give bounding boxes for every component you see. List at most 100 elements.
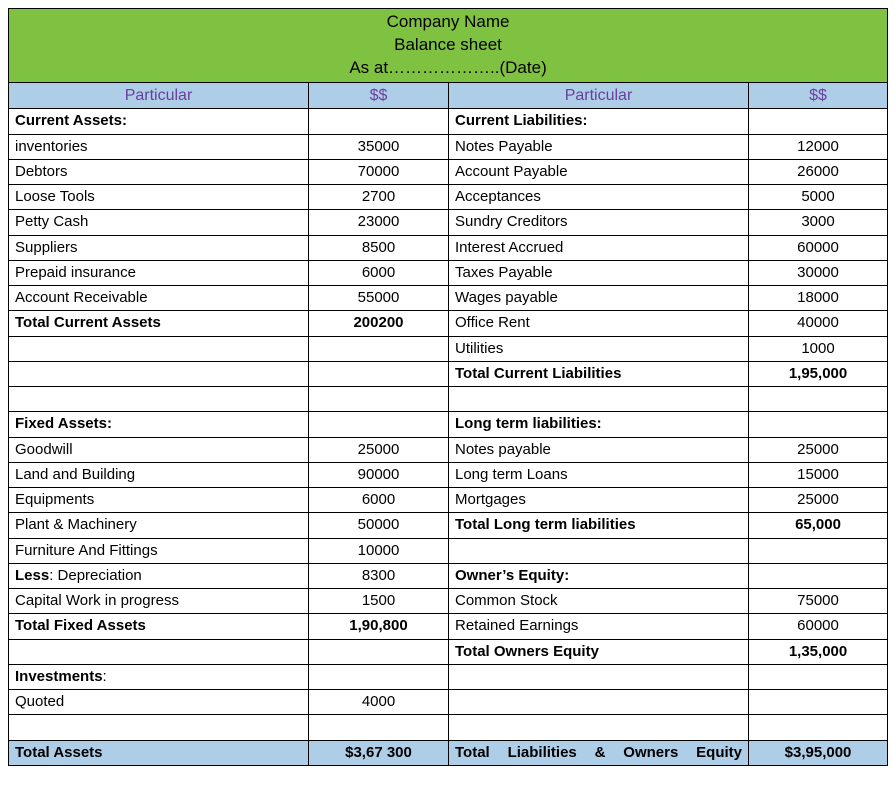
total-liab-equity-label: Total Liabilities & Owners Equity	[449, 740, 749, 765]
lt-value: 25000	[749, 488, 888, 513]
investments-header: Investments:	[9, 664, 309, 689]
cl-value: 18000	[749, 286, 888, 311]
capital-wip-value: 1500	[309, 589, 449, 614]
col-particular-right: Particular	[449, 82, 749, 109]
sheet-title: Balance sheet	[15, 34, 881, 57]
cell	[749, 538, 888, 563]
ca-value: 35000	[309, 134, 449, 159]
ca-label: Account Receivable	[9, 286, 309, 311]
ca-label: Loose Tools	[9, 185, 309, 210]
less-depreciation-value: 8300	[309, 563, 449, 588]
ca-label: Prepaid insurance	[9, 260, 309, 285]
cl-value: 26000	[749, 159, 888, 184]
cell	[309, 109, 449, 134]
fa-label: Goodwill	[9, 437, 309, 462]
cell	[309, 715, 449, 740]
oe-label: Common Stock	[449, 589, 749, 614]
ca-label: Debtors	[9, 159, 309, 184]
total-owners-equity-value: 1,35,000	[749, 639, 888, 664]
total-assets-value: $3,67 300	[309, 740, 449, 765]
ca-value: 6000	[309, 260, 449, 285]
oe-value: 75000	[749, 589, 888, 614]
ca-label: Petty Cash	[9, 210, 309, 235]
cl-value: 5000	[749, 185, 888, 210]
cl-value: 60000	[749, 235, 888, 260]
cell	[749, 664, 888, 689]
ca-value: 8500	[309, 235, 449, 260]
cell	[9, 387, 309, 412]
cell	[309, 664, 449, 689]
lt-label: Long term Loans	[449, 462, 749, 487]
fa-value: 50000	[309, 513, 449, 538]
fa-value: 25000	[309, 437, 449, 462]
cl-value: 3000	[749, 210, 888, 235]
total-fixed-assets-value: 1,90,800	[309, 614, 449, 639]
cell	[749, 690, 888, 715]
cell	[9, 639, 309, 664]
cl-value: 12000	[749, 134, 888, 159]
cell	[749, 387, 888, 412]
cell	[9, 715, 309, 740]
cell	[449, 690, 749, 715]
lt-label: Notes payable	[449, 437, 749, 462]
fa-value: 6000	[309, 488, 449, 513]
fa-value: 10000	[309, 538, 449, 563]
cell	[309, 639, 449, 664]
sheet-header: Company Name Balance sheet As at………………..…	[9, 9, 888, 83]
cell	[449, 387, 749, 412]
col-particular-left: Particular	[9, 82, 309, 109]
cell	[9, 336, 309, 361]
balance-sheet-table: Company Name Balance sheet As at………………..…	[8, 8, 888, 766]
cell	[449, 664, 749, 689]
total-current-liabilities-value: 1,95,000	[749, 361, 888, 386]
cl-label: Utilities	[449, 336, 749, 361]
total-current-assets-label: Total Current Assets	[9, 311, 309, 336]
fa-label: Plant & Machinery	[9, 513, 309, 538]
lt-value: 15000	[749, 462, 888, 487]
current-assets-header: Current Assets:	[9, 109, 309, 134]
cell	[749, 109, 888, 134]
cl-label: Office Rent	[449, 311, 749, 336]
fa-label: Furniture And Fittings	[9, 538, 309, 563]
total-current-liabilities-label: Total Current Liabilities	[449, 361, 749, 386]
cell	[309, 387, 449, 412]
ca-value: 55000	[309, 286, 449, 311]
total-current-assets-value: 200200	[309, 311, 449, 336]
total-long-term-liabilities-value: 65,000	[749, 513, 888, 538]
cell	[749, 563, 888, 588]
cell	[749, 715, 888, 740]
lt-value: 25000	[749, 437, 888, 462]
cl-label: Interest Accrued	[449, 235, 749, 260]
fa-label: Equipments	[9, 488, 309, 513]
owners-equity-header: Owner’s Equity:	[449, 563, 749, 588]
cell	[749, 412, 888, 437]
ca-value: 23000	[309, 210, 449, 235]
cl-label: Acceptances	[449, 185, 749, 210]
ca-value: 2700	[309, 185, 449, 210]
oe-value: 60000	[749, 614, 888, 639]
ca-value: 70000	[309, 159, 449, 184]
current-liabilities-header: Current Liabilities:	[449, 109, 749, 134]
oe-label: Retained Earnings	[449, 614, 749, 639]
total-liab-equity-value: $3,95,000	[749, 740, 888, 765]
total-owners-equity-label: Total Owners Equity	[449, 639, 749, 664]
cl-label: Wages payable	[449, 286, 749, 311]
long-term-liabilities-header: Long term liabilities:	[449, 412, 749, 437]
fa-value: 90000	[309, 462, 449, 487]
cl-label: Sundry Creditors	[449, 210, 749, 235]
fixed-assets-header: Fixed Assets:	[9, 412, 309, 437]
lt-label: Mortgages	[449, 488, 749, 513]
cl-label: Account Payable	[449, 159, 749, 184]
cell	[9, 361, 309, 386]
cl-label: Taxes Payable	[449, 260, 749, 285]
cell	[449, 538, 749, 563]
col-amount-right: $$	[749, 82, 888, 109]
capital-wip-label: Capital Work in progress	[9, 589, 309, 614]
col-amount-left: $$	[309, 82, 449, 109]
cl-value: 40000	[749, 311, 888, 336]
total-fixed-assets-label: Total Fixed Assets	[9, 614, 309, 639]
inv-label: Quoted	[9, 690, 309, 715]
total-long-term-liabilities-label: Total Long term liabilities	[449, 513, 749, 538]
cell	[449, 715, 749, 740]
inv-value: 4000	[309, 690, 449, 715]
